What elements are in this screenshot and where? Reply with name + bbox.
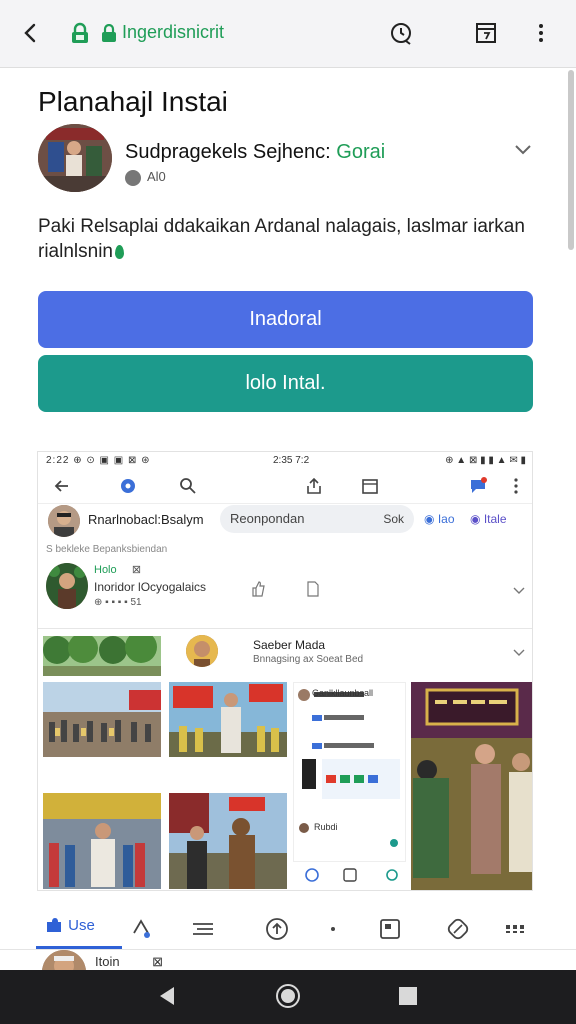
scrollbar[interactable] [568,70,574,250]
app-category[interactable]: Gorai [336,141,385,163]
preview-chevron-icon [513,587,525,594]
app-avatar [38,124,112,192]
preview-chat-title: Ganlkllaunbsall [312,688,374,698]
preview-photo-event [411,682,532,890]
preview-status-center: 2:35 7:2 [273,455,310,466]
preview-more-icon [514,478,518,494]
preview-post-subtitle: Inoridor lOcyogalaics [94,580,207,594]
preview-like-icon [252,581,265,597]
back-icon[interactable] [18,18,44,48]
app-meta: Al0 [125,169,166,186]
preview-post-title-text: Holo [94,564,117,576]
page-title: Planahajl Instai [38,86,228,117]
tab-share-icon[interactable] [130,916,152,942]
preview-photo-chat: Ganlkllaunbsall Rubdi [293,682,406,862]
preview-post-avatar [46,563,88,609]
puzzle-icon [47,918,61,932]
preview-nav [38,470,532,504]
preview-search-field: Reonpondan Sok [220,505,414,533]
app-name: Sudpragekels Sejhenc: Gorai [125,141,385,164]
preview-chat-footer: Rubdi [314,822,338,832]
preview-chat-icon [471,477,487,493]
preview-chip-2-label: Itale [483,512,507,526]
tab-use[interactable]: Use [44,916,95,942]
refresh-icon[interactable] [388,20,414,46]
preview-author-name: Saeber Mada [253,638,326,652]
tab-grid-icon[interactable] [504,916,526,942]
preview-back-icon [54,480,68,492]
preview-author-subtitle: Bnnagsing ax Soeat Bed [253,654,364,665]
preview-status-right: ⊕ ▲ ⊠ ▮ ▮ ▲ ✉ ▮ [445,455,526,466]
nav-back-icon[interactable] [156,984,178,1008]
preview-discover-icon [121,479,135,493]
preview-search-icon [180,478,196,494]
preview-avatar [48,505,80,537]
nav-recents-icon[interactable] [398,986,418,1006]
preview-profile-name: Rnarlnobacl:Bsalym [88,512,204,527]
browser-toolbar: Ingerdisnicrit [0,0,576,68]
preview-search-text: Reonpondan [230,511,305,526]
app-description: Paki Relsaplai ddakaikan Ardanal nalagai… [38,214,538,264]
peek-name-text: Itoin [95,954,120,969]
preview-bottom-bar [292,860,412,890]
tab-active-indicator [36,946,122,949]
preview-bottom-icons [305,868,398,882]
tab-use-label: Use [68,916,95,934]
tab-tag-icon[interactable] [446,916,470,942]
install-button[interactable]: Inadoral [38,291,533,348]
preview-breadcrumb: S bekleke Bepanksbiendan [46,544,168,555]
preview-author-avatar [186,635,218,667]
preview-chip-1: ◉ Iao [424,512,455,526]
preview-photo-leader [169,682,287,757]
app-description-text: Paki Relsaplai ddakaikan Ardanal nalagai… [38,216,525,262]
preview-post-meta: ⊕ ▪ ▪ ▪ ▪ 51 [94,597,142,608]
tab-dot-icon[interactable] [328,916,338,942]
key-icon [102,24,116,42]
preview-doc-icon [307,581,319,597]
secondary-install-button[interactable]: lolo Intal. [38,355,533,412]
peek-name: Itoin ⊠ [95,954,163,970]
app-meta-text: Al0 [147,169,166,184]
preview-share-icon [307,477,321,494]
lock-icon [72,22,88,43]
globe-icon [125,169,141,186]
preview-author-chevron-icon [513,649,525,656]
peek-icon: ⊠ [152,954,163,969]
preview-photo-crowd-1 [43,682,161,757]
preview-post-title: Holo ⊠ [94,563,141,576]
preview-chip-2: ◉ Itale [470,512,507,526]
leaf-icon [114,244,124,259]
peek-avatar [42,950,86,972]
tab-image-icon[interactable] [378,916,402,942]
preview-photo-crowd-2 [43,793,161,889]
preview-photo-trees [43,636,161,676]
screenshot-preview[interactable]: 2:22 ⊕ ⊙ ▣ ▣ ⊠ ⊛ 2:35 7:2 ⊕ ▲ ⊠ ▮ ▮ ▲ ✉ … [37,451,533,891]
url-text[interactable]: Ingerdisnicrit [122,22,224,43]
tab-bar: Use [0,906,576,950]
preview-status-left: 2:22 ⊕ ⊙ ▣ ▣ ⊠ ⊛ [46,455,151,466]
preview-chip-1-label: Iao [437,512,455,526]
preview-search-action: Sok [383,512,404,526]
tab-list-icon[interactable] [190,916,216,942]
preview-status-bar: 2:22 ⊕ ⊙ ▣ ▣ ⊠ ⊛ 2:35 7:2 ⊕ ▲ ⊠ ▮ ▮ ▲ ✉ … [38,452,532,470]
preview-photo-crowd-3 [169,793,287,889]
system-nav-bar [0,970,576,1024]
tab-upload-icon[interactable] [265,916,289,942]
calendar-icon[interactable] [473,20,499,46]
chevron-down-icon[interactable] [512,142,534,158]
app-name-text: Sudpragekels Sejhenc: [125,141,331,163]
preview-post-title-icon: ⊠ [131,564,142,576]
nav-home-icon[interactable] [275,983,301,1009]
more-vert-icon[interactable] [528,20,554,46]
preview-calendar-icon [362,479,378,494]
preview-divider [38,628,532,629]
